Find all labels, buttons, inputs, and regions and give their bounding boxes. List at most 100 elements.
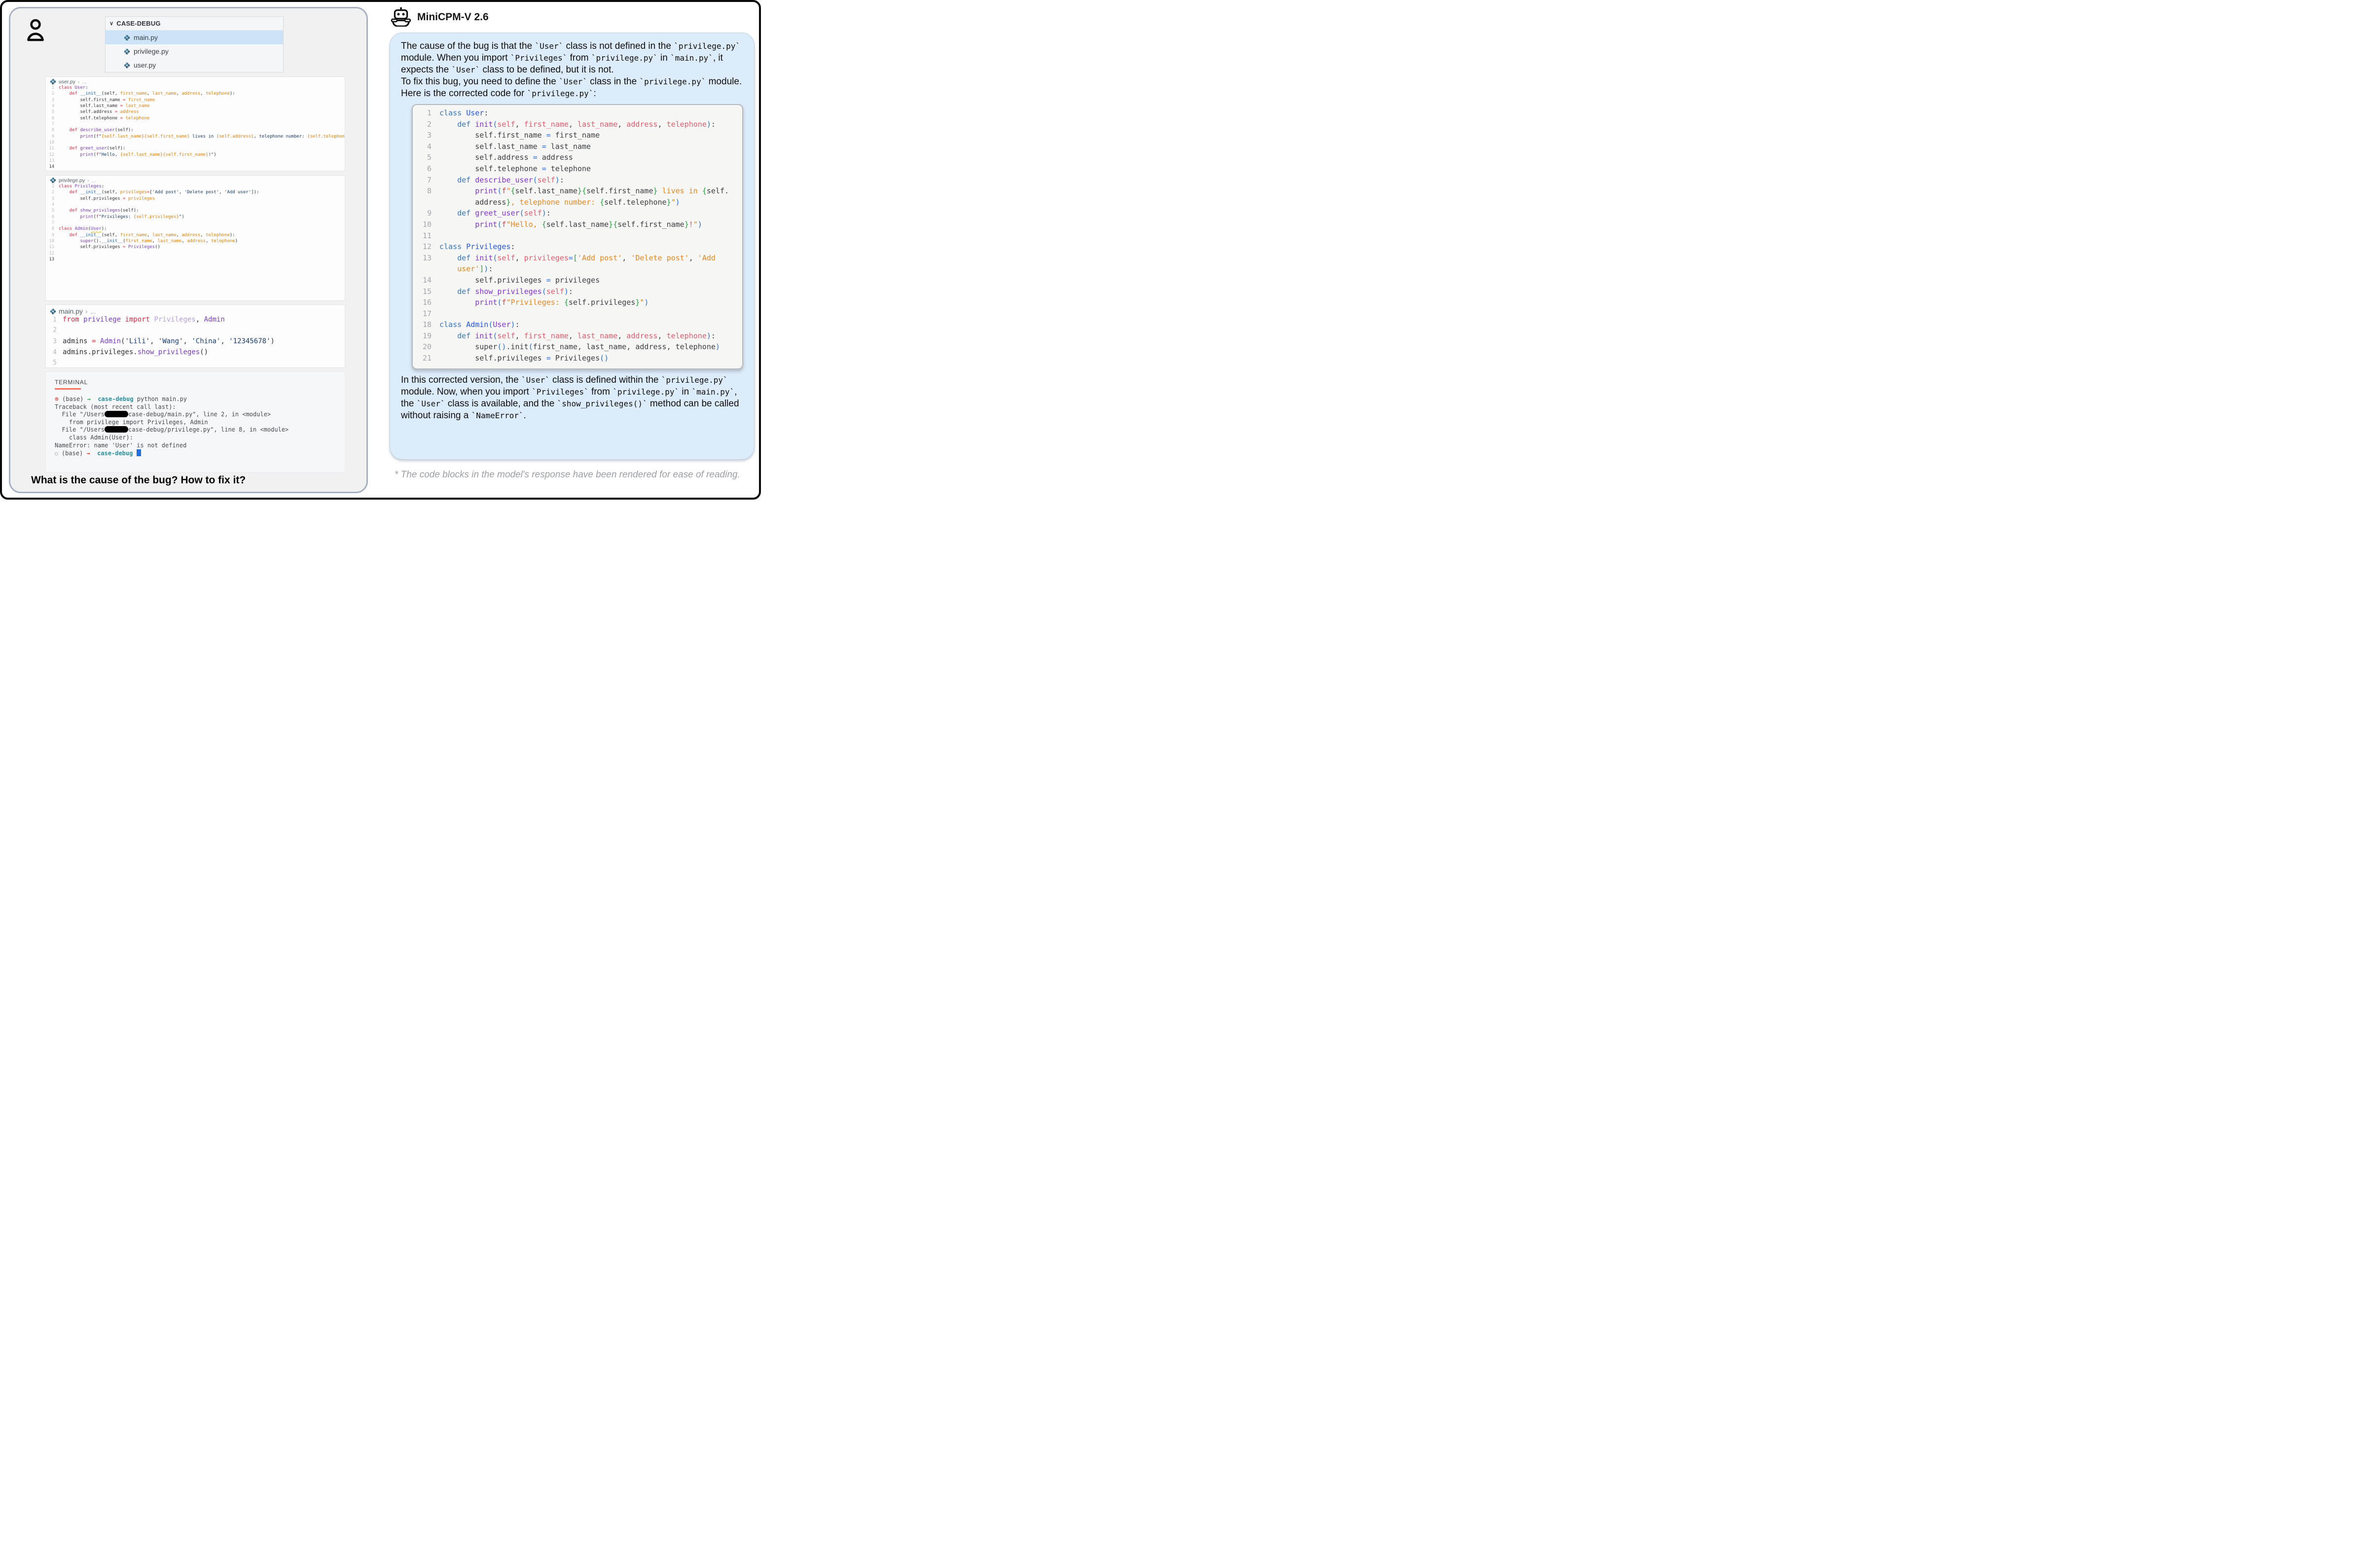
token-kw: def — [457, 176, 475, 184]
line-content: class User: — [439, 109, 488, 117]
token-fn: greet_user — [475, 209, 519, 218]
terminal-output[interactable]: (base) → case-debug python main.pyTraceb… — [55, 396, 345, 457]
token-prm: address — [626, 331, 657, 340]
token-br: } — [685, 220, 689, 229]
editor-main-py: main.py › ... 1from privilege import Pri… — [45, 304, 345, 368]
inline-code: `main.py` — [691, 387, 734, 397]
code-line: Traceback (most recent call last): — [55, 403, 345, 411]
line-number: 10 — [46, 140, 54, 145]
token-fn: User — [493, 320, 510, 329]
line-number: 6 — [46, 215, 54, 219]
code-line: from privilege import Privileges, Admin — [55, 419, 345, 427]
explorer-file-main.py[interactable]: main.py — [106, 31, 283, 44]
token-pln: self.first_name — [586, 186, 653, 195]
token-op: ) — [707, 331, 711, 340]
line-content: self.telephone = telephone — [439, 164, 591, 173]
token-lkw: def — [70, 146, 80, 151]
line-number: 12 — [46, 251, 54, 256]
token-pln: self.first_name — [475, 131, 546, 140]
line-number: 13 — [46, 158, 54, 163]
code-line: 8def describe_user(self): — [46, 128, 345, 134]
line-content: self.first_name = first_name — [59, 98, 155, 103]
line-number: 1 — [46, 184, 54, 189]
breadcrumb-sep: › — [85, 307, 88, 315]
token-lpln: , — [181, 239, 187, 244]
token-prm: privileges — [524, 254, 569, 262]
code-line: 5self.address = address — [46, 109, 345, 115]
line-number: 19 — [413, 331, 432, 340]
explorer-folder-row[interactable]: ∨ CASE-DEBUG — [106, 17, 283, 31]
token-lprm: telephone — [123, 116, 149, 121]
token-op: = — [533, 153, 538, 162]
token-lpln: , — [150, 337, 158, 345]
line-content: def show_privileges(self): — [59, 208, 139, 213]
text-run: module. When you import — [401, 53, 510, 63]
code-line: 1class Privileges: — [46, 184, 345, 190]
token-lstr: lives in — [190, 134, 216, 139]
token-lstr: 'Add user' — [224, 190, 251, 195]
token-prm: self — [524, 209, 542, 218]
token-lfnb: __init__ — [80, 190, 101, 195]
token-br: }{ — [609, 220, 617, 229]
code-line: 2def __init__(self, privileges=['Add pos… — [46, 190, 345, 196]
token-kw: def — [457, 287, 475, 296]
token-lpln: , — [147, 233, 152, 238]
code-main-py: 1from privilege import Privileges, Admin… — [46, 316, 345, 368]
breadcrumb-filename: privilege.py — [59, 178, 85, 183]
line-number: 11 — [46, 146, 54, 151]
token-lpln: ]): — [251, 190, 259, 195]
code-line: 12 — [46, 251, 345, 257]
line-number: 13 — [413, 254, 432, 262]
code-line: 9print(f"{self.last_name}{self.first_nam… — [46, 134, 345, 140]
token-str: 'Delete post' — [631, 254, 688, 262]
code-line: 2 — [46, 327, 345, 337]
code-line: class Admin(User): — [55, 434, 345, 442]
line-content: def __init__(self, first_name, last_name… — [59, 233, 235, 238]
token-lsq: User — [91, 226, 102, 231]
token-pln: super — [475, 342, 497, 351]
code-privilege-py: 1class Privileges:2def __init__(self, pr… — [46, 184, 345, 263]
token-cls: User — [466, 109, 484, 117]
token-lprm: first_name — [125, 98, 155, 103]
token-lfnp: show_privileges — [138, 348, 200, 356]
token-tpln — [90, 450, 97, 457]
inline-code: `privilege.py` — [674, 41, 740, 51]
line-number: 14 — [413, 276, 432, 285]
token-lfnb: __init__ — [102, 239, 123, 244]
token-prm: last_name — [577, 120, 617, 129]
code-line: 3 self.first_name = first_name — [46, 98, 345, 104]
code-line: 1from privilege import Privileges, Admin — [46, 316, 345, 327]
token-circ — [55, 450, 58, 457]
token-lprm: address — [117, 109, 139, 114]
token-lpln: (). — [93, 239, 101, 244]
token-tpln: NameError: name 'User' is not defined — [55, 442, 186, 449]
line-content: from privilege import Privileges, Admin — [63, 316, 225, 324]
token-prm: self — [546, 287, 564, 296]
line-content: (base) → case-debug python main.py — [55, 396, 187, 403]
code-line: 13 — [46, 257, 345, 263]
token-op: = — [542, 164, 546, 173]
line-number: 13 — [46, 257, 54, 262]
explorer-file-privilege.py[interactable]: privilege.py — [106, 44, 283, 58]
token-lpln: self.last_name — [80, 104, 120, 109]
rendered-code-block[interactable]: 1class User:2def init(self, first_name, … — [412, 104, 743, 369]
editor-user-py: user.py › ... 1class User:2def __init__(… — [45, 76, 345, 171]
token-kw: def — [457, 331, 475, 340]
line-number: 17 — [413, 309, 432, 318]
line-number: 2 — [46, 91, 54, 96]
line-number: 18 — [413, 320, 432, 329]
token-br: { — [564, 298, 569, 307]
token-lpln: self.address — [80, 109, 114, 114]
line-content: class Admin(User): — [59, 226, 107, 231]
token-lpln: ) — [271, 337, 275, 345]
token-lpln: , — [219, 190, 224, 195]
line-number: 9 — [46, 134, 54, 139]
token-op: ( — [529, 342, 533, 351]
token-lkw: def — [70, 190, 80, 195]
line-number: 11 — [46, 245, 54, 250]
token-fn: init — [475, 331, 493, 340]
token-op: = — [569, 254, 573, 262]
token-pln: address — [538, 153, 573, 162]
line-number: 3 — [46, 98, 54, 103]
explorer-file-user.py[interactable]: user.py — [106, 58, 283, 72]
